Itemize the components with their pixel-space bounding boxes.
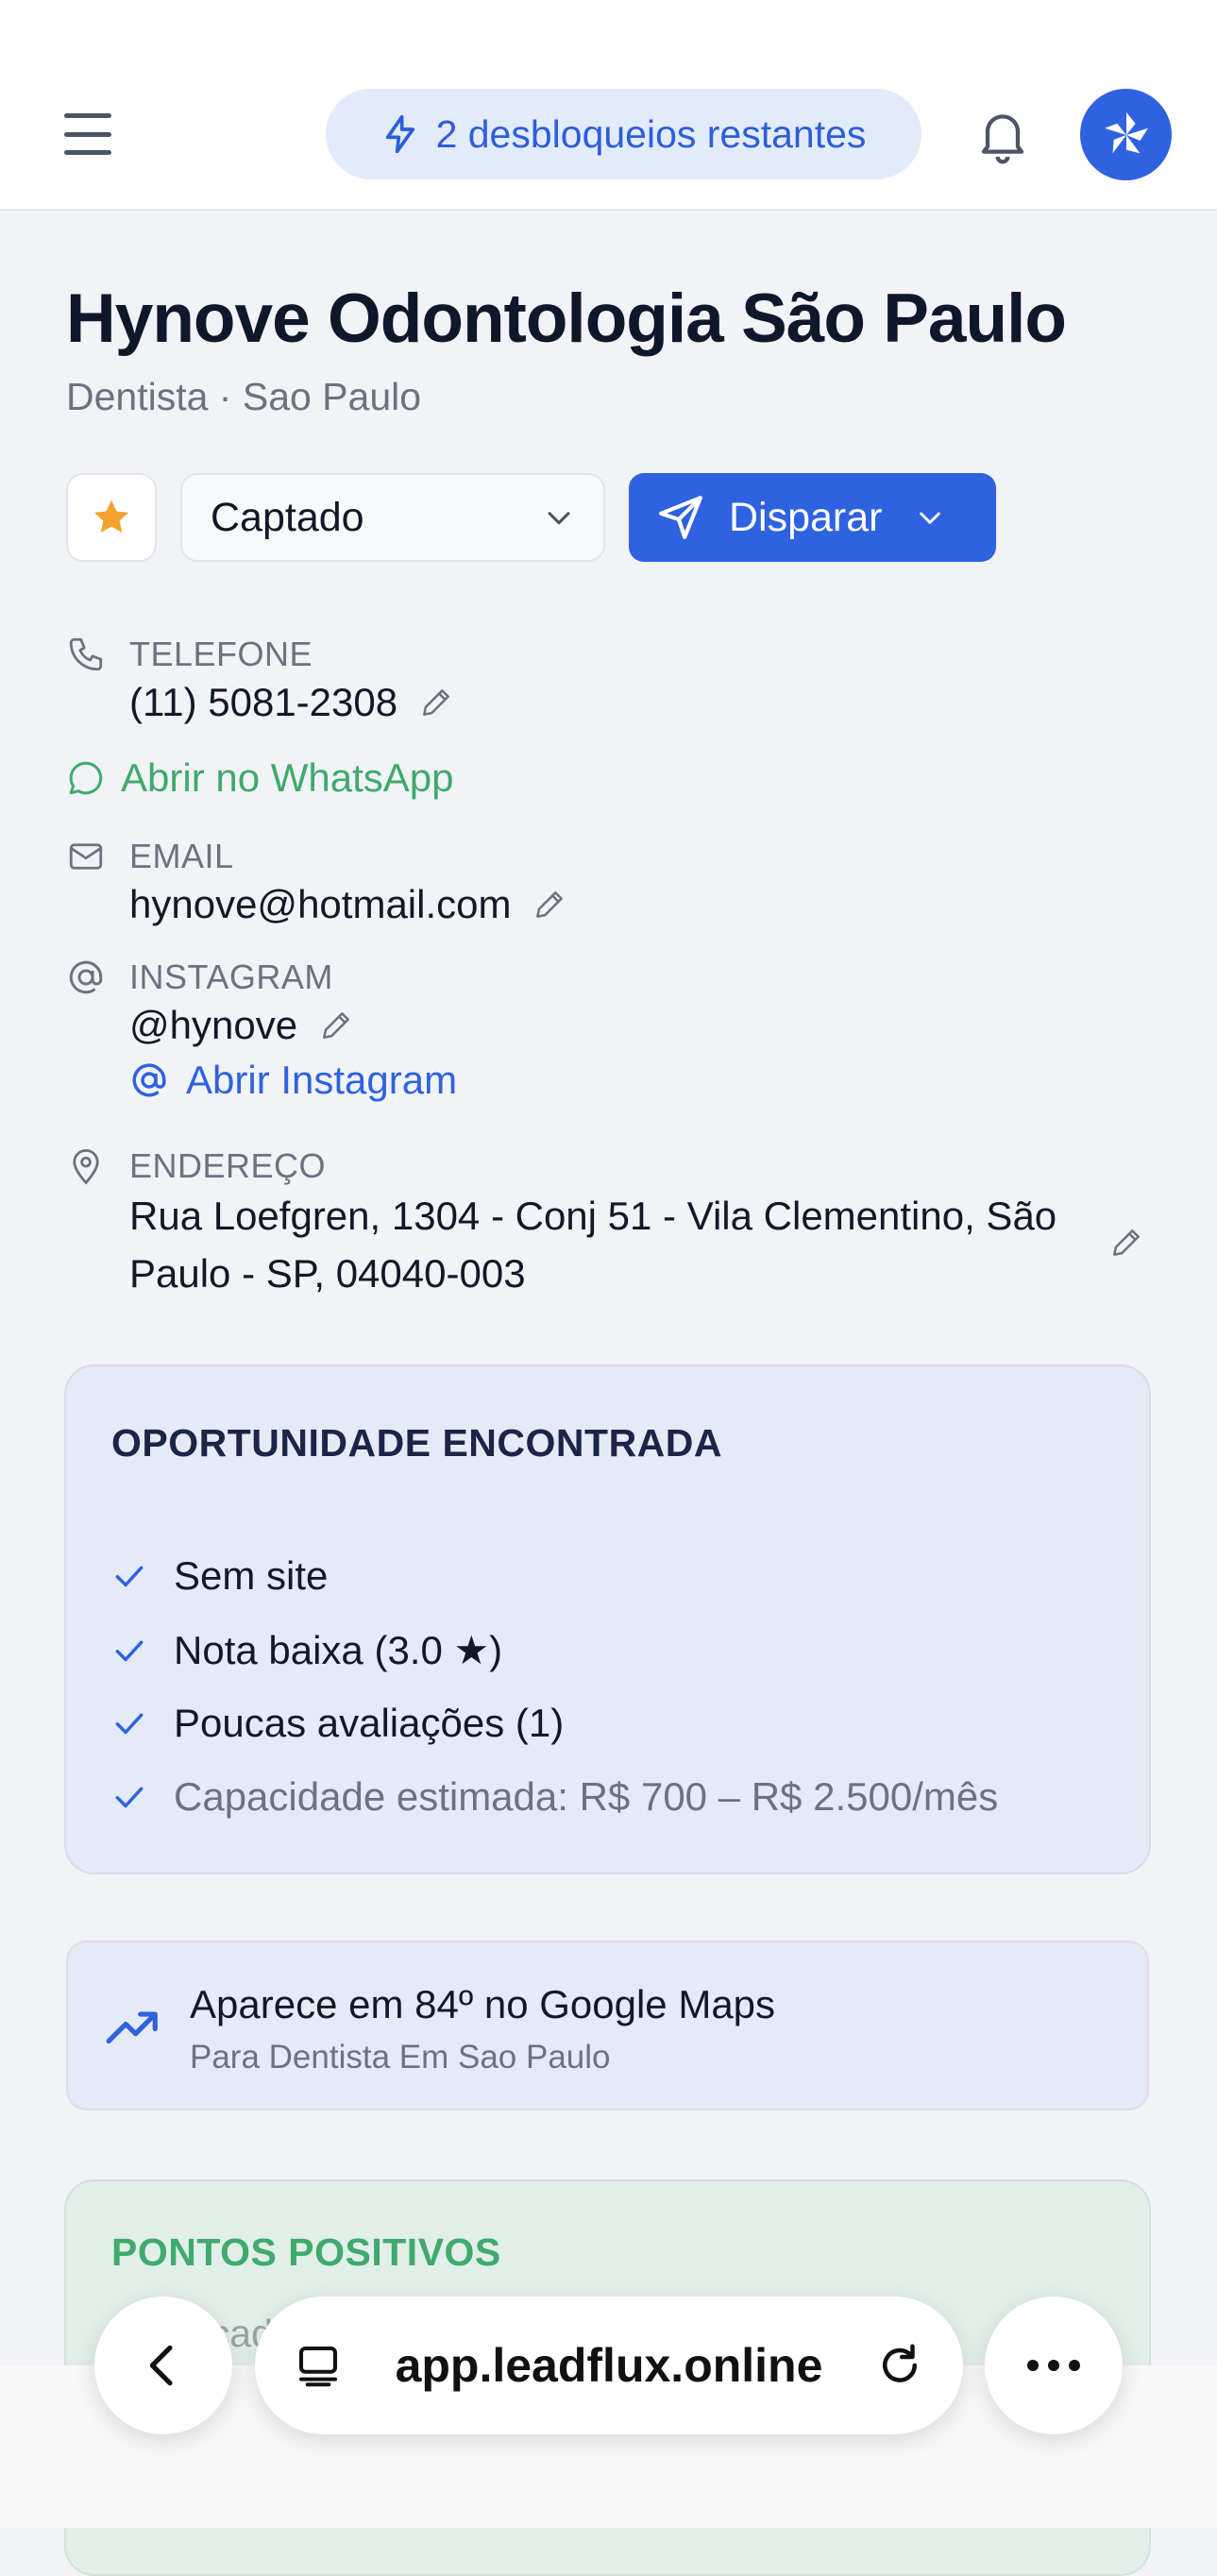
reload-icon[interactable] <box>874 2340 925 2391</box>
check-icon <box>115 1787 144 1808</box>
hamburger-menu-icon[interactable] <box>64 113 111 155</box>
chevron-left-icon <box>149 2345 173 2386</box>
email-value[interactable]: hynove@hotmail.com <box>129 882 511 927</box>
browser-url-bar[interactable]: app.leadflux.online <box>255 2296 963 2434</box>
pinwheel-logo-icon <box>1104 111 1148 153</box>
avatar[interactable] <box>1080 89 1172 180</box>
top-header: 2 desbloqueios restantes <box>0 0 1217 211</box>
positives-title: PONTOS POSITIVOS <box>111 2230 501 2274</box>
open-instagram-link[interactable]: Abrir Instagram <box>129 1058 457 1103</box>
send-icon <box>659 496 702 539</box>
disparar-label: Disparar <box>729 494 883 540</box>
instagram-link-label: Abrir Instagram <box>186 1058 458 1102</box>
dot <box>1048 2360 1059 2371</box>
star-icon <box>93 500 129 534</box>
url-text[interactable]: app.leadflux.online <box>344 2338 874 2393</box>
opportunity-item-text: Sem site <box>174 1553 329 1598</box>
email-label: EMAIL <box>129 837 234 875</box>
ranking-title: Aparece em 84º no Google Maps <box>190 1982 776 2026</box>
favorite-button[interactable] <box>66 473 157 562</box>
opportunity-item-text: Capacidade estimada: R$ 700 – R$ 2.500/m… <box>174 1774 999 1819</box>
map-pin-icon <box>73 1148 99 1185</box>
bell-icon[interactable] <box>972 104 1033 164</box>
instagram-label: INSTAGRAM <box>129 958 333 996</box>
address-value[interactable]: Rua Loefgren, 1304 - Conj 51 - Vila Clem… <box>129 1187 1073 1302</box>
unlocks-remaining-badge[interactable]: 2 desbloqueios restantes <box>326 89 921 179</box>
check-icon <box>115 1566 144 1587</box>
opportunity-card: OPORTUNIDADE ENCONTRADA Sem site Nota ba… <box>64 1364 1151 1874</box>
disparar-button[interactable]: Disparar <box>629 473 996 562</box>
phone-icon <box>69 637 103 671</box>
status-value: Captado <box>211 494 364 540</box>
address-label: ENDEREÇO <box>129 1146 327 1185</box>
browser-back-button[interactable] <box>94 2296 232 2434</box>
tabs-icon[interactable] <box>293 2340 344 2391</box>
opportunity-item-text: Nota baixa (3.0 ★) <box>174 1628 503 1672</box>
chevron-down-icon <box>548 512 570 525</box>
whatsapp-chat-icon <box>69 761 103 795</box>
at-sign-icon <box>69 960 103 994</box>
lightning-icon <box>385 114 414 154</box>
mail-icon <box>69 843 103 870</box>
dot <box>1027 2360 1039 2371</box>
instagram-handle[interactable]: @hynove <box>129 1003 297 1048</box>
browser-more-button[interactable] <box>985 2296 1123 2434</box>
opportunity-item: Sem site <box>111 1553 328 1599</box>
opportunity-title: OPORTUNIDADE ENCONTRADA <box>111 1421 722 1465</box>
status-dropdown[interactable]: Captado <box>180 473 605 562</box>
unlocks-label: 2 desbloqueios restantes <box>435 111 867 156</box>
opportunity-item: Poucas avaliações (1) <box>111 1701 564 1746</box>
trending-up-icon <box>106 2011 158 2044</box>
phone-value[interactable]: (11) 5081-2308 <box>129 680 397 725</box>
maps-ranking-card: Aparece em 84º no Google Maps Para Denti… <box>66 1940 1149 2110</box>
whatsapp-link-label: Abrir no WhatsApp <box>121 755 454 800</box>
chevron-down-icon <box>919 512 940 524</box>
opportunity-item: Capacidade estimada: R$ 700 – R$ 2.500/m… <box>111 1774 998 1820</box>
business-name: Hynove Odontologia São Paulo <box>66 280 1067 357</box>
edit-pencil-icon[interactable] <box>318 1008 354 1043</box>
ranking-subtitle: Para Dentista Em Sao Paulo <box>190 2039 611 2076</box>
check-icon <box>115 1640 144 1661</box>
opportunity-item: Nota baixa (3.0 ★) <box>111 1627 502 1673</box>
at-sign-icon <box>132 1063 166 1097</box>
dot <box>1069 2360 1080 2371</box>
edit-pencil-icon[interactable] <box>1108 1225 1144 1261</box>
check-icon <box>115 1713 144 1735</box>
phone-label: TELEFONE <box>129 635 313 673</box>
open-whatsapp-link[interactable]: Abrir no WhatsApp <box>66 755 454 801</box>
edit-pencil-icon[interactable] <box>418 685 454 720</box>
edit-pencil-icon[interactable] <box>532 887 567 923</box>
opportunity-item-text: Poucas avaliações (1) <box>174 1701 565 1745</box>
business-category-city: Dentista · Sao Paulo <box>66 375 422 418</box>
